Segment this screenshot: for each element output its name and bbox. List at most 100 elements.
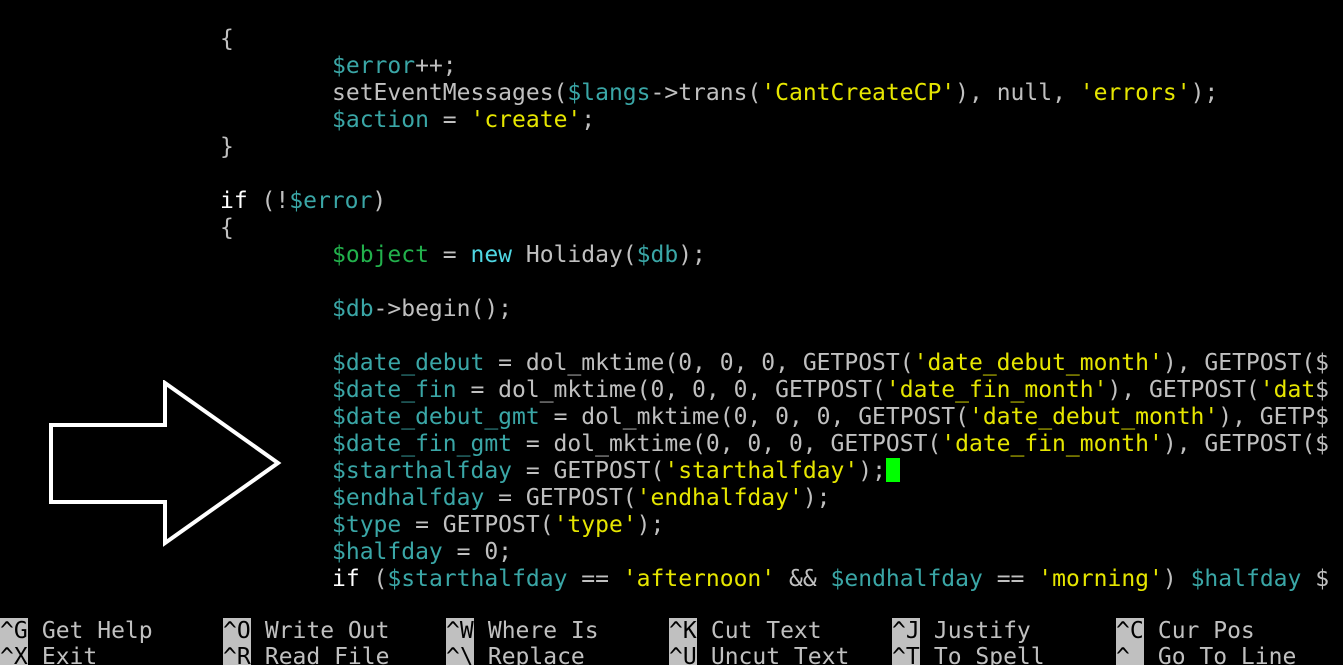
- code-token: = dol_mktime(0, 0, 0, GETPOST(: [484, 350, 914, 376]
- code-token: 'afternoon': [622, 566, 776, 592]
- code-token: 'create': [470, 107, 582, 133]
- code-token: ), GETPOST(: [1162, 350, 1316, 376]
- code-token: $starthalfday: [387, 566, 568, 592]
- shortcut-key: ^R: [223, 644, 251, 665]
- code-token: $action: [332, 107, 429, 133]
- code-token: = GETPOST(: [512, 458, 665, 484]
- shortcut-get-help[interactable]: ^G Get Help: [0, 618, 153, 644]
- code-line[interactable]: $halfday = 0;: [332, 539, 512, 566]
- code-line[interactable]: $db->begin();: [332, 296, 512, 323]
- shortcut-label: Replace: [474, 644, 585, 665]
- code-token: $db: [636, 242, 679, 268]
- code-line[interactable]: $date_fin = dol_mktime(0, 0, 0, GETPOST(…: [332, 377, 1329, 404]
- text-cursor: [885, 458, 900, 482]
- code-line[interactable]: {: [220, 26, 234, 53]
- shortcut-key: ^K: [669, 618, 697, 644]
- shortcut-exit[interactable]: ^X Exit: [0, 644, 97, 665]
- shortcut-uncut-text[interactable]: ^U Uncut Text: [669, 644, 849, 665]
- code-line[interactable]: $action = 'create';: [332, 107, 595, 134]
- code-line[interactable]: }: [220, 134, 234, 161]
- code-token: $object: [332, 242, 429, 268]
- code-token: ), null,: [955, 80, 1080, 106]
- shortcut-bar: ^G Get Help ^O Write Out ^W Where Is ^K Cut…: [0, 618, 1343, 665]
- shortcut-key: ^W: [446, 618, 474, 644]
- code-token: if: [332, 566, 360, 592]
- code-line[interactable]: $date_fin_gmt = dol_mktime(0, 0, 0, GETP…: [332, 431, 1329, 458]
- code-token: if: [220, 188, 248, 214]
- code-line[interactable]: if ($starthalfday == 'afternoon' && $end…: [332, 566, 1329, 593]
- code-token: $type: [332, 512, 402, 538]
- shortcut-label: Cut Text: [697, 618, 822, 644]
- shortcut-key: ^G: [0, 618, 28, 644]
- code-token: $error: [289, 188, 373, 214]
- shortcut-go-to-line[interactable]: ^_ Go To Line: [1116, 644, 1296, 665]
- code-token: }: [220, 134, 234, 160]
- shortcut-key: ^O: [223, 618, 251, 644]
- code-token: (: [359, 566, 388, 592]
- code-token: = GETPOST(: [401, 512, 554, 538]
- code-token: );: [1190, 80, 1219, 106]
- code-token: $date_fin_gmt: [332, 431, 513, 457]
- shortcut-justify[interactable]: ^J Justify: [892, 618, 1031, 644]
- code-token: =: [428, 107, 471, 133]
- shortcut-key: ^\: [446, 644, 474, 665]
- code-line[interactable]: $starthalfday = GETPOST('starthalfday');: [332, 458, 900, 485]
- code-token: 'dat: [1259, 377, 1316, 403]
- code-token: 'date_debut_month': [968, 404, 1219, 430]
- code-token: $endhalfday: [830, 566, 983, 592]
- code-token: 'CantCreateCP': [761, 80, 956, 106]
- code-token: );: [858, 458, 886, 484]
- code-token: 'errors': [1079, 80, 1191, 106]
- code-token: $date_debut: [332, 350, 485, 376]
- code-token: Holiday(: [512, 242, 637, 268]
- code-token: $: [1315, 350, 1330, 376]
- shortcut-replace[interactable]: ^\ Replace: [446, 644, 585, 665]
- right-arrow-icon: [49, 380, 282, 547]
- shortcut-key: ^_: [1116, 644, 1144, 665]
- shortcut-where-is[interactable]: ^W Where Is: [446, 618, 599, 644]
- code-token: ++;: [415, 53, 457, 79]
- code-token: $error: [332, 53, 416, 79]
- code-line[interactable]: $error++;: [332, 53, 457, 80]
- shortcut-key: ^J: [892, 618, 920, 644]
- shortcut-write-out[interactable]: ^O Write Out: [223, 618, 389, 644]
- shortcut-label: Exit: [28, 644, 98, 665]
- code-token: $: [1315, 377, 1330, 403]
- shortcut-to-spell[interactable]: ^T To Spell: [892, 644, 1045, 665]
- code-token: 'date_fin_month': [941, 431, 1163, 457]
- shortcut-read-file[interactable]: ^R Read File: [223, 644, 389, 665]
- shortcut-key: ^U: [669, 644, 697, 665]
- code-token: new: [470, 242, 513, 268]
- code-line[interactable]: {: [220, 215, 234, 242]
- code-token: ), GETPOST(: [1162, 431, 1316, 457]
- code-token: $: [1301, 566, 1330, 592]
- code-token: = GETPOST(: [484, 485, 637, 511]
- code-line[interactable]: if (!$error): [220, 188, 386, 215]
- shortcut-label: Justify: [920, 618, 1031, 644]
- code-line[interactable]: $type = GETPOST('type');: [332, 512, 664, 539]
- shortcut-label: To Spell: [920, 644, 1045, 665]
- code-token: );: [802, 485, 831, 511]
- shortcut-label: Write Out: [251, 618, 390, 644]
- code-token: 'type': [553, 512, 637, 538]
- shortcut-key: ^C: [1116, 618, 1144, 644]
- shortcut-label: Cur Pos: [1144, 618, 1255, 644]
- shortcut-cur-pos[interactable]: ^C Cur Pos: [1116, 618, 1255, 644]
- code-token: ==: [982, 566, 1039, 592]
- code-line[interactable]: $date_debut_gmt = dol_mktime(0, 0, 0, GE…: [332, 404, 1329, 431]
- code-token: =: [428, 242, 471, 268]
- shortcut-cut-text[interactable]: ^K Cut Text: [669, 618, 822, 644]
- shortcut-label: Read File: [251, 644, 390, 665]
- code-token: );: [678, 242, 706, 268]
- code-token: ), GETP: [1218, 404, 1316, 430]
- code-token: 'endhalfday': [636, 485, 803, 511]
- code-line[interactable]: $date_debut = dol_mktime(0, 0, 0, GETPOS…: [332, 350, 1329, 377]
- code-token: setEventMessages(: [332, 80, 568, 106]
- code-token: $starthalfday: [332, 458, 513, 484]
- code-token: = dol_mktime(0, 0, 0, GETPOST(: [512, 431, 942, 457]
- code-line[interactable]: $endhalfday = GETPOST('endhalfday');: [332, 485, 831, 512]
- code-line[interactable]: $object = new Holiday($db);: [332, 242, 706, 269]
- code-line[interactable]: setEventMessages($langs->trans('CantCrea…: [332, 80, 1218, 107]
- code-token: ), GETPOST(: [1107, 377, 1260, 403]
- code-token: $halfday: [1190, 566, 1302, 592]
